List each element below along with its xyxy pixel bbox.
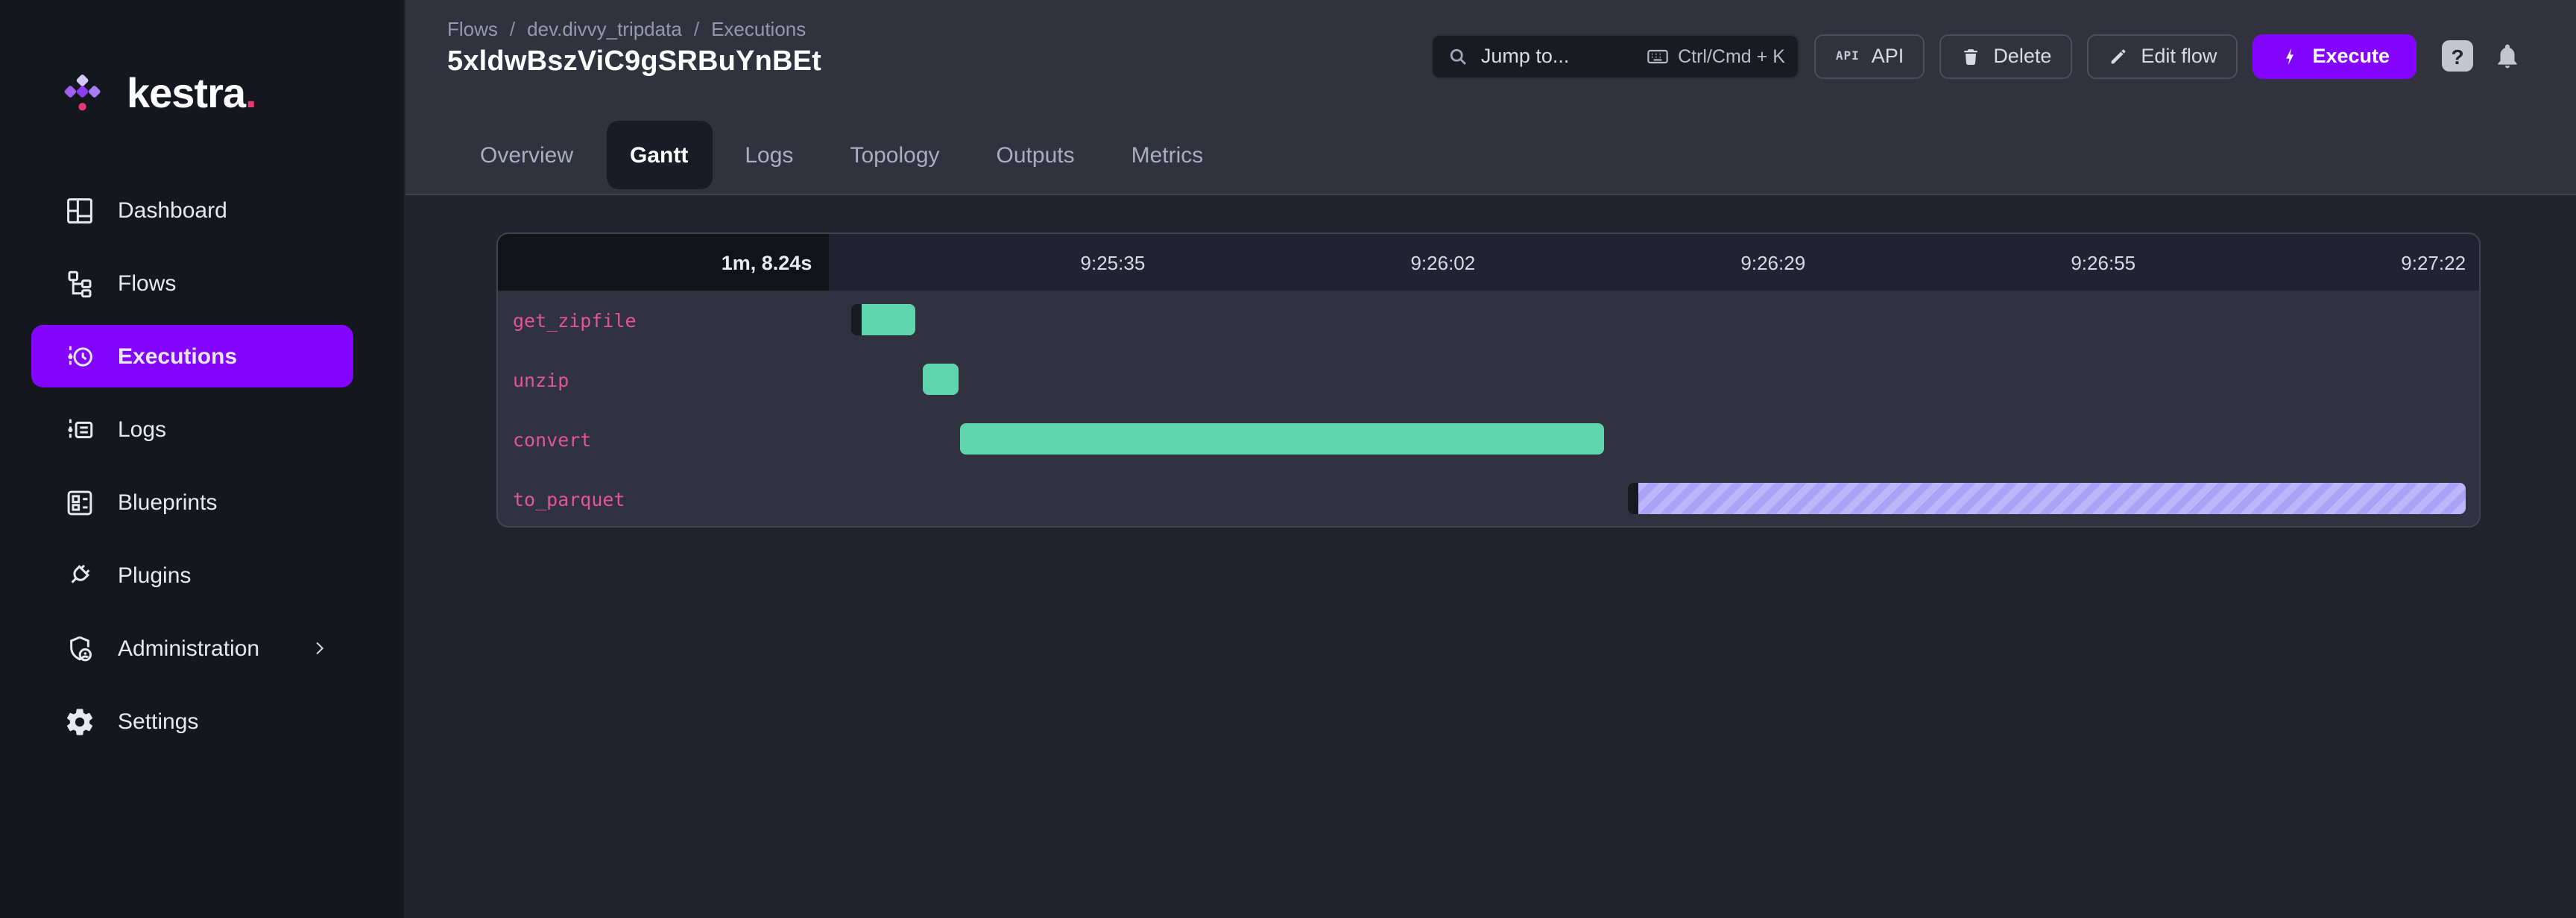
- keyboard-icon: [1645, 44, 1669, 68]
- gantt-tick: 9:26:29: [1489, 234, 1819, 291]
- settings-icon: [64, 706, 95, 737]
- api-chip-icon: API: [1836, 49, 1860, 63]
- task-label[interactable]: get_zipfile: [513, 309, 637, 332]
- gantt-row-to_parquet: to_parquet: [498, 469, 2479, 528]
- help-icon[interactable]: ?: [2442, 40, 2473, 72]
- gantt-bar-convert-run[interactable]: [960, 423, 1605, 455]
- blueprints-icon: [64, 487, 95, 518]
- sidebar-item-plugins[interactable]: Plugins: [31, 544, 353, 607]
- sidebar-item-administration[interactable]: Administration: [31, 617, 353, 680]
- app-window: kestra. Dashboard Flows Executions Logs Blue…: [0, 0, 2576, 918]
- tab-overview[interactable]: Overview: [456, 121, 597, 189]
- plugins-icon: [64, 560, 95, 591]
- lightning-icon: [2279, 45, 2300, 66]
- gantt-bar-get_zipfile-run[interactable]: [862, 304, 916, 335]
- tab-outputs[interactable]: Outputs: [973, 121, 1099, 189]
- sidebar-item-label: Blueprints: [118, 490, 217, 515]
- search-icon: [1448, 45, 1469, 66]
- main-area: Flows/dev.divvy_tripdata/Executions 5xld…: [405, 0, 2576, 918]
- sidebar-item-label: Executions: [118, 344, 237, 369]
- gantt-bar-get_zipfile-queued[interactable]: [852, 304, 862, 335]
- gantt-tick: 9:26:55: [1819, 234, 2149, 291]
- tab-topology[interactable]: Topology: [826, 121, 963, 189]
- breadcrumb-separator: /: [694, 18, 699, 40]
- executions-icon: [64, 341, 95, 372]
- flows-icon: [64, 268, 95, 299]
- search-placeholder: Jump to...: [1481, 45, 1645, 67]
- edit-flow-button[interactable]: Edit flow: [2087, 34, 2238, 78]
- logs-icon: [64, 414, 95, 445]
- gantt-bar-unzip-run[interactable]: [923, 364, 959, 395]
- gantt-tick: 9:25:35: [828, 234, 1158, 291]
- pencil-icon: [2108, 45, 2129, 66]
- breadcrumb-separator: /: [510, 18, 515, 40]
- execute-button[interactable]: Execute: [2253, 34, 2416, 78]
- notifications-bell-icon[interactable]: [2493, 41, 2522, 71]
- trash-icon: [1960, 45, 1981, 66]
- gantt-tick: 9:27:22: [2149, 234, 2479, 291]
- tab-logs[interactable]: Logs: [721, 121, 817, 189]
- dashboard-icon: [64, 194, 95, 226]
- sidebar-item-label: Logs: [118, 417, 166, 442]
- top-header: Flows/dev.divvy_tripdata/Executions 5xld…: [405, 0, 2576, 112]
- gantt-duration-label: 1m, 8.24s: [498, 234, 828, 291]
- api-button[interactable]: API API: [1815, 34, 1925, 78]
- gantt-chart: 1m, 8.24s 9:25:359:26:029:26:299:26:559:…: [496, 232, 2481, 528]
- gantt-row-convert: convert: [498, 410, 2479, 469]
- gantt-row-unzip: unzip: [498, 350, 2479, 410]
- sidebar-item-label: Dashboard: [118, 197, 227, 223]
- tab-gantt[interactable]: Gantt: [606, 121, 712, 189]
- task-label[interactable]: to_parquet: [513, 488, 625, 510]
- gantt-rows: get_zipfileunzip convert to_parquet: [498, 291, 2479, 528]
- gantt-bar-to_parquet-run[interactable]: [1638, 483, 2465, 514]
- breadcrumb-item[interactable]: Flows: [447, 18, 498, 40]
- kestra-logo[interactable]: kestra.: [0, 0, 404, 137]
- sidebar-item-logs[interactable]: Logs: [31, 398, 353, 460]
- chevron-right-icon: [309, 638, 329, 659]
- kestra-logo-icon: [60, 72, 104, 115]
- task-label[interactable]: unzip: [513, 369, 569, 391]
- gantt-row-get_zipfile: get_zipfile: [498, 291, 2479, 350]
- sidebar-item-label: Settings: [118, 709, 198, 734]
- sidebar-item-label: Flows: [118, 270, 176, 296]
- task-label[interactable]: convert: [513, 428, 591, 451]
- sidebar-item-dashboard[interactable]: Dashboard: [31, 179, 353, 241]
- gantt-time-axis: 9:25:359:26:029:26:299:26:559:27:22: [828, 234, 2479, 291]
- administration-icon: [64, 633, 95, 664]
- header-actions: Jump to... Ctrl/Cmd + K API API Delete: [1432, 0, 2522, 112]
- sidebar: kestra. Dashboard Flows Executions Logs Blue…: [0, 0, 405, 918]
- breadcrumb-item[interactable]: dev.divvy_tripdata: [527, 18, 682, 40]
- sidebar-item-flows[interactable]: Flows: [31, 252, 353, 314]
- gantt-header: 1m, 8.24s 9:25:359:26:029:26:299:26:559:…: [498, 234, 2479, 291]
- search-input[interactable]: Jump to... Ctrl/Cmd + K: [1432, 34, 1800, 78]
- content-area: 1m, 8.24s 9:25:359:26:029:26:299:26:559:…: [405, 195, 2576, 918]
- sidebar-nav: Dashboard Flows Executions Logs Blueprints Pl…: [0, 179, 404, 763]
- tab-metrics[interactable]: Metrics: [1108, 121, 1228, 189]
- sidebar-item-label: Plugins: [118, 563, 191, 588]
- delete-button[interactable]: Delete: [1939, 34, 2072, 78]
- brand-dot: .: [245, 70, 256, 116]
- brand-name: kestra.: [127, 73, 256, 115]
- sidebar-item-executions[interactable]: Executions: [31, 325, 353, 387]
- breadcrumb-item[interactable]: Executions: [711, 18, 806, 40]
- sidebar-item-label: Administration: [118, 636, 259, 661]
- sidebar-item-settings[interactable]: Settings: [31, 690, 353, 753]
- tabs-bar: OverviewGanttLogsTopologyOutputsMetrics: [405, 112, 2576, 195]
- gantt-tick: 9:26:02: [1158, 234, 1489, 291]
- sidebar-item-blueprints[interactable]: Blueprints: [31, 471, 353, 534]
- gantt-bar-to_parquet-queued[interactable]: [1629, 483, 1638, 514]
- search-shortcut: Ctrl/Cmd + K: [1645, 44, 1785, 68]
